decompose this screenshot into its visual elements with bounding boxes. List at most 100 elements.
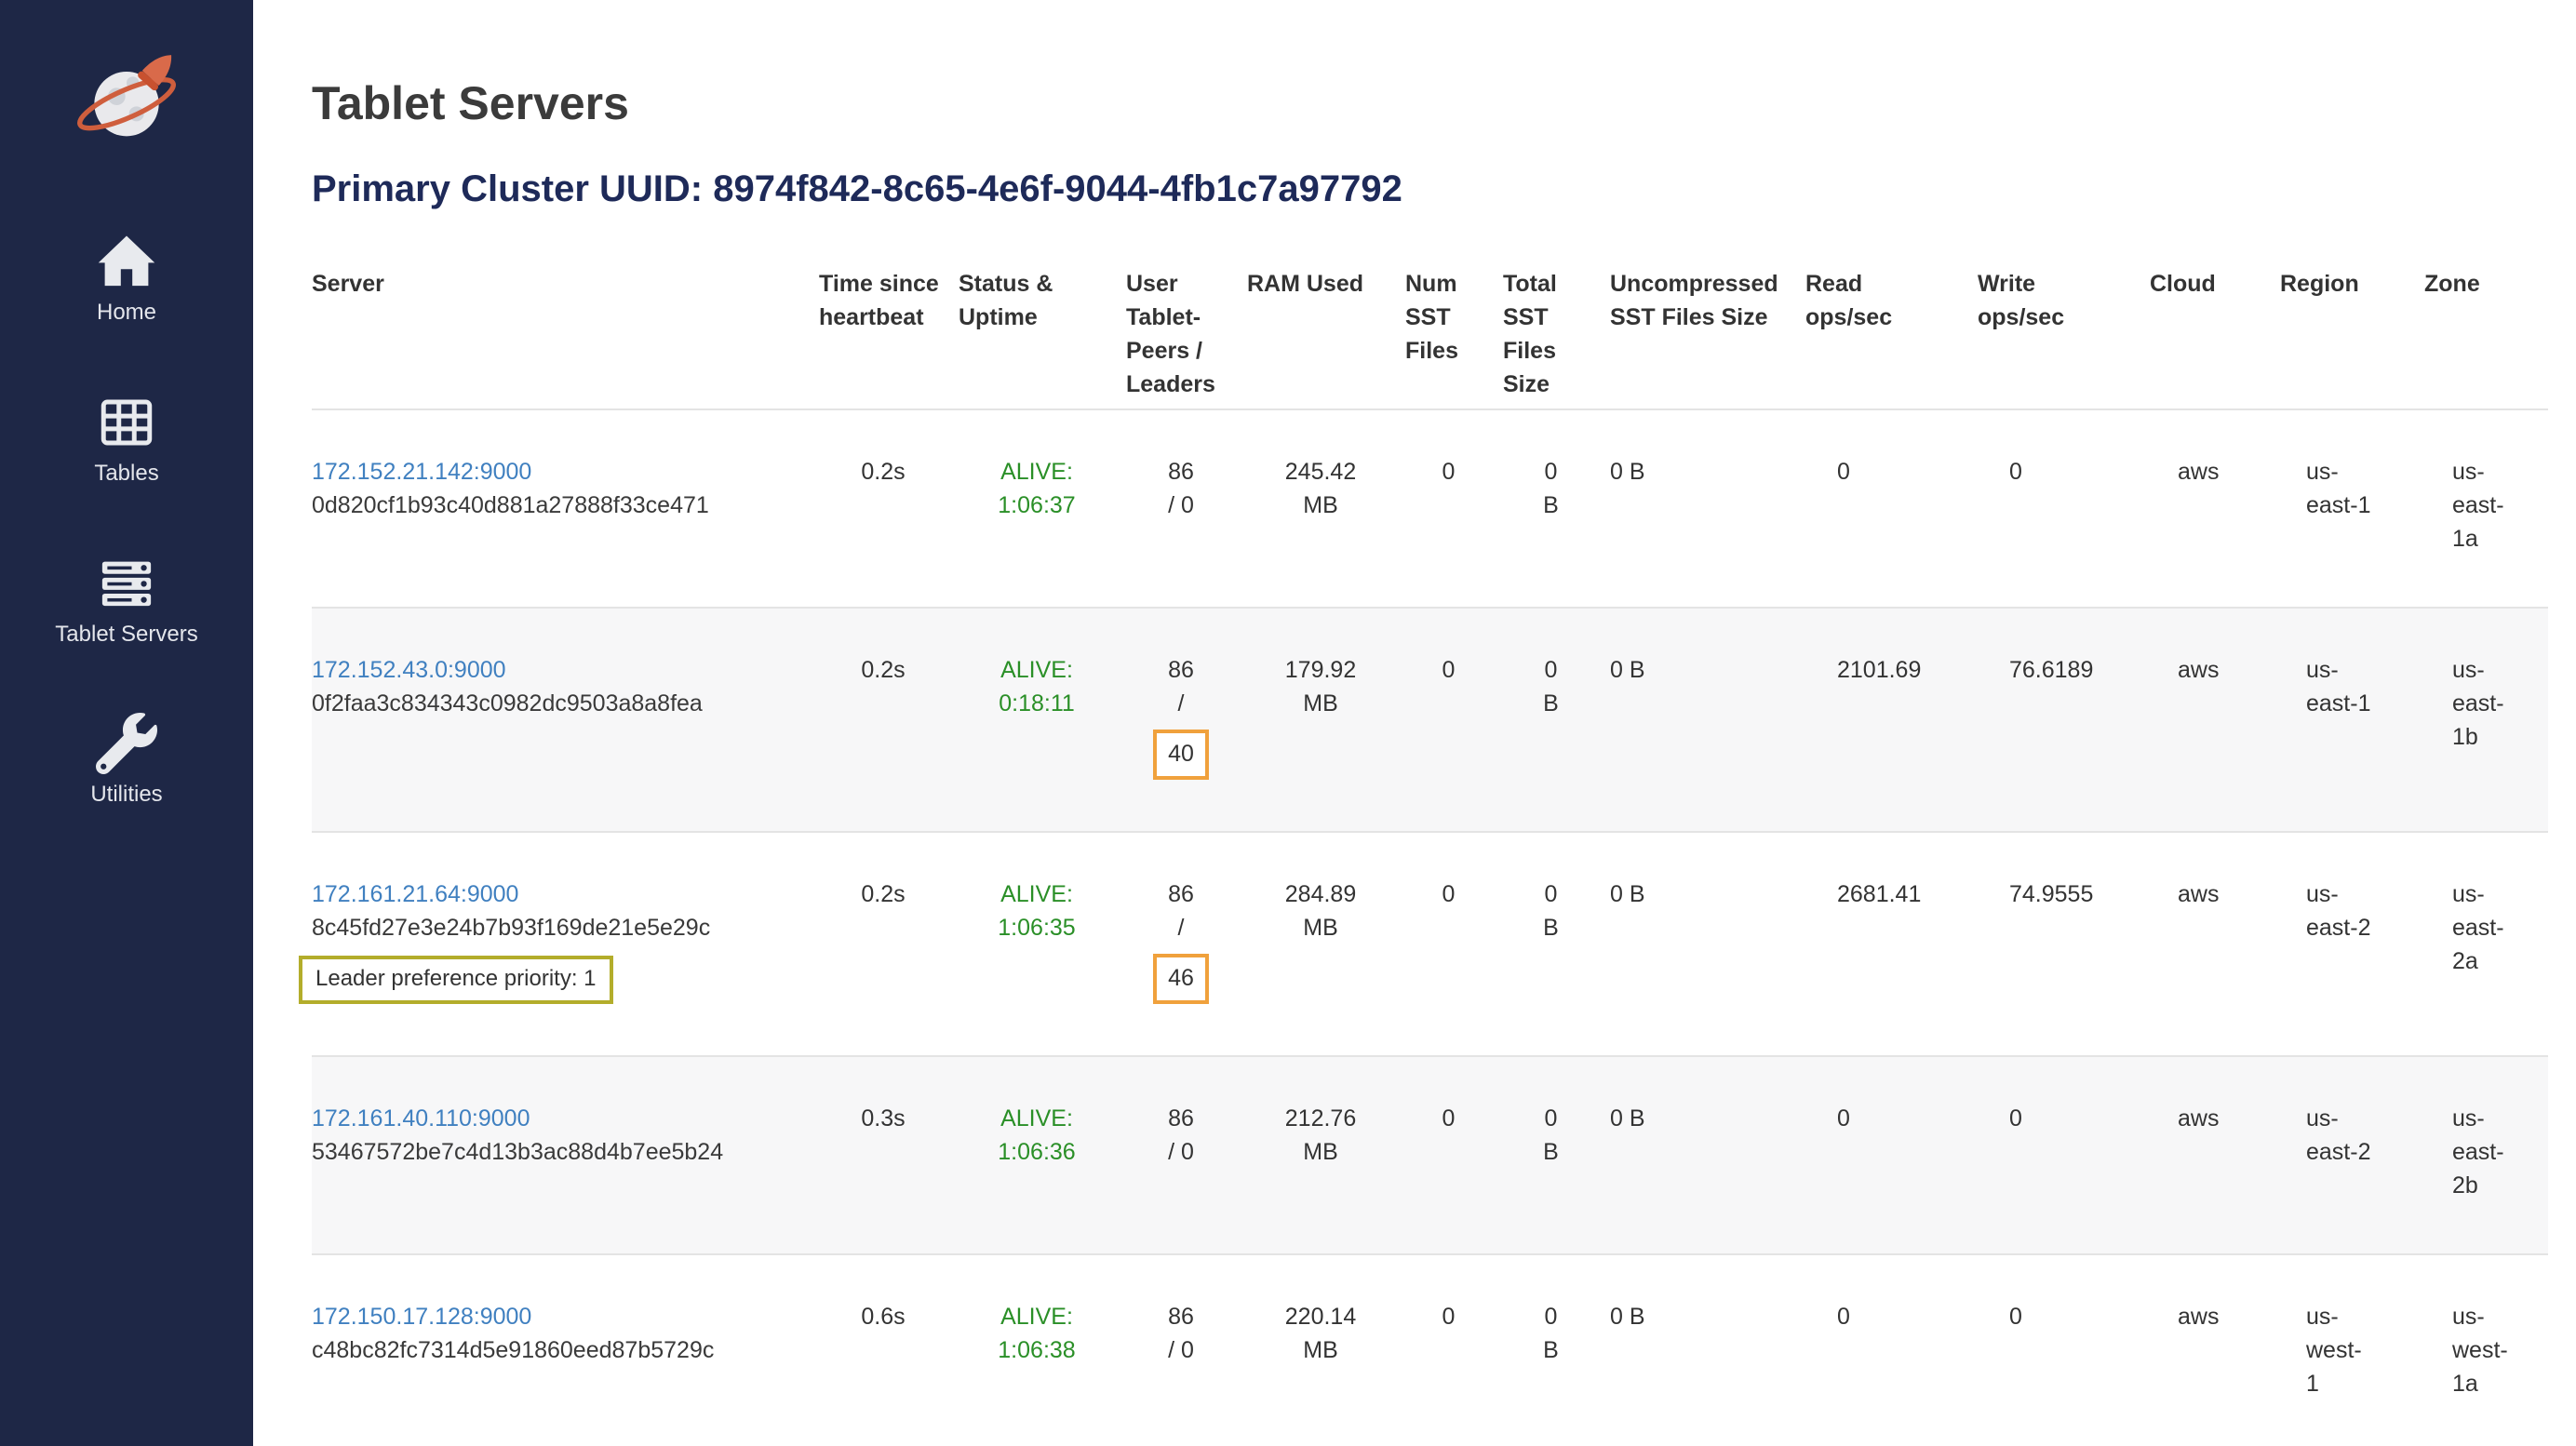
status-uptime: ALIVE:1:06:36 <box>988 1102 1086 1169</box>
cell-heartbeat: 0.6s <box>819 1254 959 1446</box>
tablet-servers-table: ServerTime since heartbeatStatus & Uptim… <box>312 243 2548 1446</box>
cell-peers: 86/ 0 <box>1126 1056 1247 1254</box>
cluster-uuid-heading: Primary Cluster UUID: 8974f842-8c65-4e6f… <box>312 167 2548 211</box>
cell-heartbeat: 0.2s <box>819 832 959 1056</box>
cell-num_sst: 0 <box>1405 409 1503 608</box>
leaders-highlight-box: 40 <box>1153 730 1209 780</box>
server-cell: 172.152.43.0:9000 0f2faa3c834343c0982dc95… <box>312 608 819 832</box>
cell-status: ALIVE:1:06:36 <box>959 1056 1126 1254</box>
cell-num_sst: 0 <box>1405 832 1503 1056</box>
sidebar-item-home[interactable]: Home <box>96 231 157 327</box>
sidebar-item-tables[interactable]: Tables <box>94 392 158 488</box>
sidebar-item-label: Tables <box>94 461 158 488</box>
cell-uncompressed_sst: 0 B <box>1610 608 1805 832</box>
cell-zone: us-west-1a <box>2424 1254 2548 1446</box>
column-header-ram: RAM Used <box>1247 243 1405 409</box>
cell-total_sst: 0 B <box>1503 608 1610 832</box>
column-header-cloud: Cloud <box>2150 243 2280 409</box>
server-uuid: 53467572be7c4d13b3ac88d4b7ee5b24 <box>312 1135 808 1169</box>
cell-read_ops: 0 <box>1805 1056 1978 1254</box>
status-uptime: ALIVE:1:06:35 <box>988 877 1086 944</box>
column-header-peers: User Tablet-Peers / Leaders <box>1126 243 1247 409</box>
home-icon <box>96 231 157 292</box>
column-header-server: Server <box>312 243 819 409</box>
cluster-uuid-label: Primary Cluster UUID: <box>312 168 703 209</box>
table-row: 172.150.17.128:9000c48bc82fc7314d5e91860… <box>312 1254 2548 1446</box>
sidebar-item-label: Tablet Servers <box>55 622 197 649</box>
cell-read_ops: 2101.69 <box>1805 608 1978 832</box>
server-link[interactable]: 172.161.40.110:9000 <box>312 1105 530 1131</box>
server-stack-icon <box>96 553 157 614</box>
cell-total_sst: 0 B <box>1503 1056 1610 1254</box>
cell-uncompressed_sst: 0 B <box>1610 1056 1805 1254</box>
cell-peers: 86/40 <box>1126 608 1247 832</box>
status-uptime: ALIVE:1:06:38 <box>988 1300 1086 1367</box>
sidebar-nav: Home Tables <box>55 231 197 809</box>
cell-cloud: aws <box>2150 608 2280 832</box>
cell-heartbeat: 0.3s <box>819 1056 959 1254</box>
server-cell: 172.161.21.64:90008c45fd27e3e24b7b93f169… <box>312 832 819 1056</box>
cell-peers: 86/ 0 <box>1126 409 1247 608</box>
leader-preference-badge: Leader preference priority: 1 <box>299 956 613 1004</box>
table-row: 172.152.21.142:9000 0d820cf1b93c40d881a27… <box>312 409 2548 608</box>
cell-write_ops: 0 <box>1978 1254 2150 1446</box>
cell-total_sst: 0 B <box>1503 409 1610 608</box>
cell-peers: 86/46 <box>1126 832 1247 1056</box>
server-link[interactable]: 172.161.21.64:9000 <box>312 881 518 907</box>
server-link[interactable]: 172.152.43.0:9000 <box>312 657 506 683</box>
server-cell: 172.152.21.142:9000 0d820cf1b93c40d881a27… <box>312 409 819 608</box>
column-header-status: Status & Uptime <box>959 243 1126 409</box>
cell-region: us-east-1 <box>2280 409 2424 608</box>
main-content: Tablet Servers Primary Cluster UUID: 897… <box>253 0 2576 1446</box>
sidebar-item-tablet-servers[interactable]: Tablet Servers <box>55 553 197 649</box>
status-uptime: ALIVE:1:06:37 <box>988 455 1086 522</box>
tserver-table-body: 172.152.21.142:9000 0d820cf1b93c40d881a27… <box>312 409 2548 1446</box>
cell-peers: 86/ 0 <box>1126 1254 1247 1446</box>
cell-uncompressed_sst: 0 B <box>1610 832 1805 1056</box>
cell-zone: us-east-2a <box>2424 832 2548 1056</box>
server-link[interactable]: 172.150.17.128:9000 <box>312 1304 531 1330</box>
page-title: Tablet Servers <box>312 77 2548 131</box>
cell-num_sst: 0 <box>1405 1056 1503 1254</box>
cell-zone: us-east-1a <box>2424 409 2548 608</box>
server-link[interactable]: 172.152.21.142:9000 <box>312 459 531 485</box>
table-header-row: ServerTime since heartbeatStatus & Uptim… <box>312 243 2548 409</box>
cell-heartbeat: 0.2s <box>819 409 959 608</box>
cell-status: ALIVE:1:06:37 <box>959 409 1126 608</box>
cell-num_sst: 0 <box>1405 608 1503 832</box>
wrench-icon <box>96 713 157 774</box>
cell-write_ops: 0 <box>1978 409 2150 608</box>
cell-region: us-east-2 <box>2280 832 2424 1056</box>
column-header-region: Region <box>2280 243 2424 409</box>
grid-icon <box>96 392 157 453</box>
column-header-read_ops: Read ops/sec <box>1805 243 1978 409</box>
cell-cloud: aws <box>2150 832 2280 1056</box>
sidebar-item-label: Utilities <box>90 782 162 809</box>
app-window: Home Tables <box>0 0 2576 1446</box>
cell-read_ops: 0 <box>1805 409 1978 608</box>
table-row: 172.161.40.110:9000 53467572be7c4d13b3ac8… <box>312 1056 2548 1254</box>
cell-zone: us-east-1b <box>2424 608 2548 832</box>
sidebar: Home Tables <box>0 0 253 1446</box>
server-cell: 172.161.40.110:9000 53467572be7c4d13b3ac8… <box>312 1056 819 1254</box>
cell-region: us-east-1 <box>2280 608 2424 832</box>
cell-cloud: aws <box>2150 1056 2280 1254</box>
cluster-uuid-value: 8974f842-8c65-4e6f-9044-4fb1c7a97792 <box>713 168 1402 209</box>
server-uuid: 0d820cf1b93c40d881a27888f33ce471 <box>312 489 808 522</box>
cell-total_sst: 0 B <box>1503 832 1610 1056</box>
sidebar-item-label: Home <box>97 300 156 327</box>
cell-ram: 284.89 MB <box>1247 832 1405 1056</box>
column-header-heartbeat: Time since heartbeat <box>819 243 959 409</box>
cell-status: ALIVE:1:06:38 <box>959 1254 1126 1446</box>
server-uuid: 0f2faa3c834343c0982dc9503a8a8fea <box>312 687 808 720</box>
cell-ram: 179.92 MB <box>1247 608 1405 832</box>
status-uptime: ALIVE:0:18:11 <box>988 653 1086 720</box>
cell-zone: us-east-2b <box>2424 1056 2548 1254</box>
cell-ram: 212.76 MB <box>1247 1056 1405 1254</box>
cell-write_ops: 74.9555 <box>1978 832 2150 1056</box>
cell-write_ops: 76.6189 <box>1978 608 2150 832</box>
sidebar-item-utilities[interactable]: Utilities <box>90 713 162 809</box>
leaders-highlight-box: 46 <box>1153 954 1209 1004</box>
cell-cloud: aws <box>2150 409 2280 608</box>
yugabyte-logo-icon[interactable] <box>67 42 186 161</box>
